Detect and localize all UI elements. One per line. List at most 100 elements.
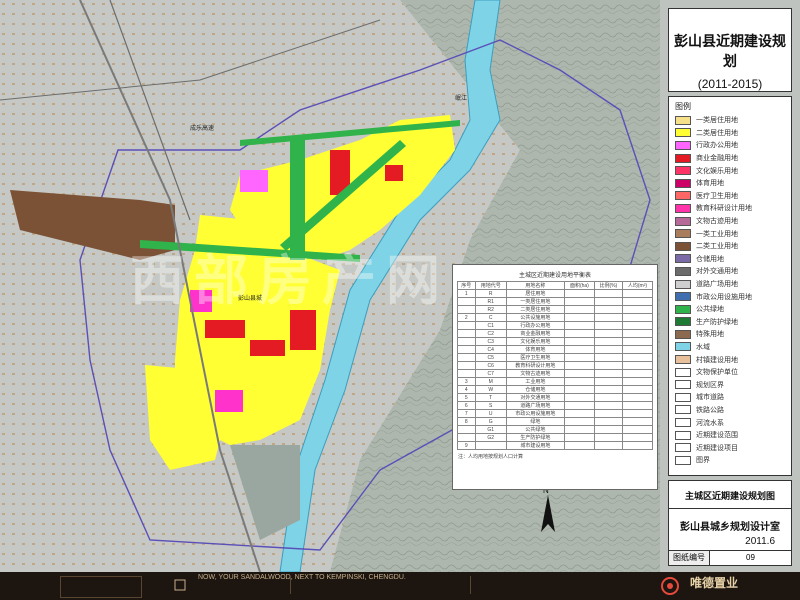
table-row: 8 G 绿地 bbox=[457, 417, 654, 426]
table-row: 4 W 仓储用地 bbox=[457, 385, 654, 394]
table-cell: 一类居住用地 bbox=[505, 297, 566, 306]
legend-label: 特殊用地 bbox=[696, 331, 724, 339]
table-cell bbox=[621, 393, 654, 402]
table-cell: T bbox=[474, 393, 507, 402]
table-body: 1 R 居住用地 R1 一类居住用地 R2 二类居住用地 2 C 公共设施用地 C1 行政办公用地 C2… bbox=[457, 289, 654, 450]
table-cell bbox=[621, 313, 654, 322]
legend-item: 对外交通用地 bbox=[675, 265, 785, 278]
table-cell: 工业用地 bbox=[505, 377, 566, 386]
legend-item: 图界 bbox=[675, 454, 785, 467]
table-cell: 文物古迹用地 bbox=[505, 369, 566, 378]
table-cell: 7 bbox=[457, 409, 476, 418]
table-cell: 公共设施用地 bbox=[505, 313, 566, 322]
admin-block-3 bbox=[240, 170, 268, 192]
table-cell bbox=[621, 385, 654, 394]
table-cell bbox=[621, 329, 654, 338]
watermark-text: 西部房产网 bbox=[130, 249, 450, 312]
legend-swatch bbox=[675, 254, 691, 264]
table-cell: 2 bbox=[457, 313, 476, 322]
legend-swatch bbox=[675, 392, 691, 402]
table-cell bbox=[564, 401, 595, 410]
legend-label: 对外交通用地 bbox=[696, 268, 738, 276]
table-cell bbox=[621, 345, 654, 354]
legend-label: 河流水系 bbox=[696, 419, 724, 427]
legend-swatch bbox=[675, 317, 691, 327]
table-cell: 8 bbox=[457, 417, 476, 426]
table-cell: 二类居住用地 bbox=[505, 305, 566, 314]
table-cell bbox=[564, 345, 595, 354]
table-cell bbox=[457, 345, 476, 354]
legend-item: 市政公用设施用地 bbox=[675, 290, 785, 303]
table-row: C7 文物古迹用地 bbox=[457, 369, 654, 378]
table-cell: R1 bbox=[474, 297, 507, 306]
table-cell bbox=[621, 353, 654, 362]
table-cell bbox=[621, 425, 654, 434]
table-cell bbox=[593, 417, 623, 426]
table-cell bbox=[564, 361, 595, 370]
table-cell bbox=[621, 409, 654, 418]
table-cell: 医疗卫生用地 bbox=[505, 353, 566, 362]
table-cell bbox=[457, 425, 476, 434]
table-cell bbox=[621, 297, 654, 306]
land-balance-table-panel: 主城区近期建设用地平衡表 序号 用地代号 用地名称 面积(ha) 比例(%) 人… bbox=[452, 264, 658, 490]
legend-label: 村镇建设用地 bbox=[696, 356, 738, 364]
table-cell bbox=[564, 329, 595, 338]
table-cell: 体育用地 bbox=[505, 345, 566, 354]
legend-item: 二类工业用地 bbox=[675, 240, 785, 253]
table-cell bbox=[621, 289, 654, 298]
table-cell bbox=[621, 433, 654, 442]
map-frame: N 成乐高速 岷江 彭山县城 西部房产网 主城区近期建设用地平衡表 序号 用地代… bbox=[0, 0, 800, 572]
table-cell bbox=[564, 297, 595, 306]
table-cell bbox=[564, 305, 595, 314]
table-cell bbox=[593, 289, 623, 298]
table-cell: R2 bbox=[474, 305, 507, 314]
table-cell: 仓储用地 bbox=[505, 385, 566, 394]
table-cell bbox=[564, 369, 595, 378]
table-row: G1 公共绿地 bbox=[457, 425, 654, 434]
table-cell: 绿地 bbox=[505, 417, 566, 426]
table-cell: C4 bbox=[474, 345, 507, 354]
legend-item: 道路广场用地 bbox=[675, 278, 785, 291]
table-cell bbox=[621, 321, 654, 330]
table-cell bbox=[593, 353, 623, 362]
table-header-cell: 序号 bbox=[457, 281, 476, 290]
legend-swatch bbox=[675, 229, 691, 239]
table-cell: G1 bbox=[474, 425, 507, 434]
table-cell bbox=[593, 305, 623, 314]
legend-label: 行政办公用地 bbox=[696, 142, 738, 150]
table-cell: 文化娱乐用地 bbox=[505, 337, 566, 346]
table-cell: 生产防护绿地 bbox=[505, 433, 566, 442]
table-cell bbox=[593, 313, 623, 322]
legend-item: 公共绿地 bbox=[675, 303, 785, 316]
legend-panel: 图例 一类居住用地 二类居住用地 行政办公用地 商业金融用地 文化娱乐用地 体育用地 医疗卫… bbox=[668, 96, 792, 476]
legend-label: 二类工业用地 bbox=[696, 243, 738, 251]
legend-label: 文物保护单位 bbox=[696, 369, 738, 377]
legend-item: 体育用地 bbox=[675, 177, 785, 190]
legend-item: 医疗卫生用地 bbox=[675, 190, 785, 203]
table-cell: 公共绿地 bbox=[505, 425, 566, 434]
legend-item: 一类工业用地 bbox=[675, 227, 785, 240]
legend-label: 道路广场用地 bbox=[696, 281, 738, 289]
table-cell: C bbox=[474, 313, 507, 322]
table-cell: C7 bbox=[474, 369, 507, 378]
table-cell: R bbox=[474, 289, 507, 298]
legend-item: 村镇建设用地 bbox=[675, 353, 785, 366]
table-cell bbox=[564, 353, 595, 362]
sheet-number-key: 图纸编号 bbox=[669, 551, 710, 565]
table-cell bbox=[621, 441, 654, 450]
table-row: 3 M 工业用地 bbox=[457, 377, 654, 386]
legend-label: 仓储用地 bbox=[696, 255, 724, 263]
brand-logo-icon bbox=[661, 577, 679, 595]
legend-swatch bbox=[675, 241, 691, 251]
legend-swatch bbox=[675, 178, 691, 188]
table-cell bbox=[593, 409, 623, 418]
table-row: 1 R 居住用地 bbox=[457, 289, 654, 298]
table-cell: 市政公用设施用地 bbox=[505, 409, 566, 418]
table-cell bbox=[593, 377, 623, 386]
table-cell bbox=[621, 377, 654, 386]
legend-label: 教育科研设计用地 bbox=[696, 205, 752, 213]
legend-swatch bbox=[675, 166, 691, 176]
legend-label: 一类居住用地 bbox=[696, 117, 738, 125]
table-cell bbox=[593, 345, 623, 354]
legend-label: 城市道路 bbox=[696, 394, 724, 402]
